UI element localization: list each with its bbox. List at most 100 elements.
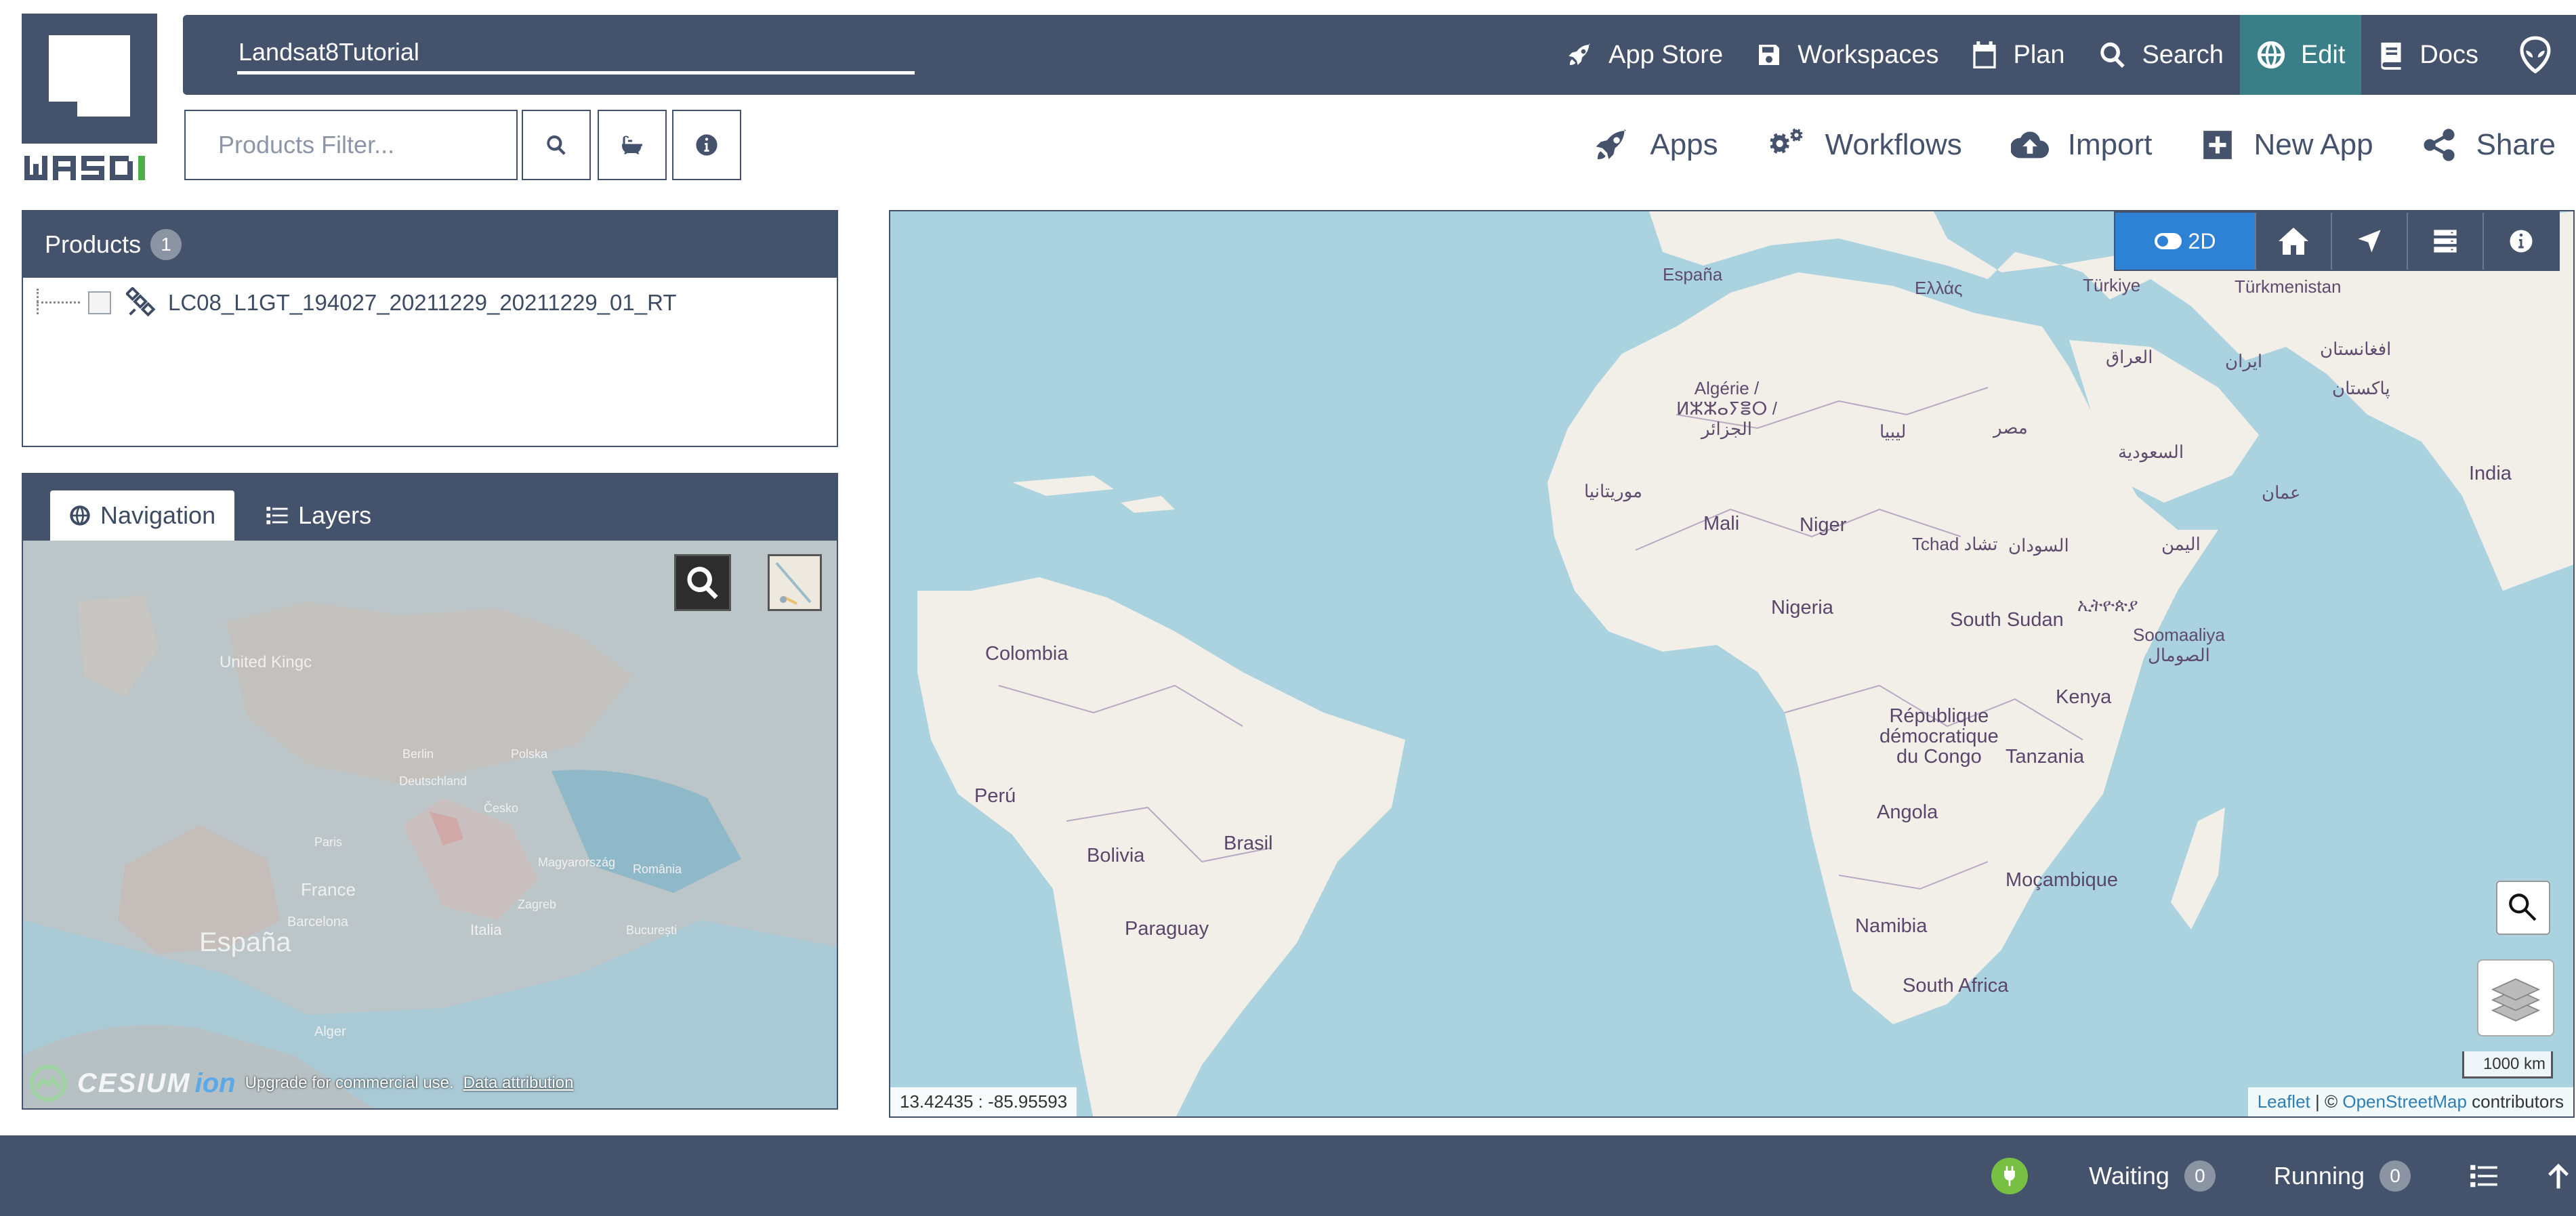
- product-checkbox[interactable]: [88, 291, 111, 314]
- map-label-south-africa: South Africa: [1903, 975, 2009, 997]
- globe-label-alger: Alger: [314, 1024, 346, 1039]
- globe-icon: [2257, 41, 2285, 69]
- map-layers-control[interactable]: [2477, 959, 2554, 1036]
- workflows-label: Workflows: [1825, 128, 1962, 161]
- rocket-icon: [1569, 43, 1591, 65]
- arrow-up-icon: [2548, 1163, 2569, 1188]
- info-icon: [696, 134, 718, 156]
- process-list-button[interactable]: [2469, 1164, 2499, 1188]
- map-navigate-button[interactable]: [2331, 213, 2407, 270]
- toggle-icon: [2154, 233, 2182, 249]
- map-2d-3d-toggle[interactable]: 2D: [2115, 213, 2255, 270]
- map-mouse-coordinates: 13.42435 : -85.95593: [890, 1087, 1077, 1116]
- nav-plan[interactable]: Plan: [1955, 15, 2081, 95]
- running-status[interactable]: Running 0: [2274, 1160, 2411, 1192]
- globe-terrain: [23, 541, 837, 1108]
- book-icon: [2381, 42, 2401, 70]
- wasdi-logo[interactable]: [22, 14, 157, 183]
- plus-square-icon: [2203, 131, 2232, 159]
- tab-navigation-label: Navigation: [100, 501, 216, 529]
- apps-label: Apps: [1650, 128, 1718, 161]
- nav-docs[interactable]: Docs: [2361, 15, 2495, 95]
- plug-icon: [2004, 1165, 2016, 1186]
- product-tree-item[interactable]: LC08_L1GT_194027_20211229_20211229_01_RT: [37, 279, 677, 327]
- user-menu[interactable]: [2495, 15, 2576, 95]
- home-icon: [2279, 228, 2308, 255]
- map-label-turkiye: Türkiye: [2083, 275, 2141, 295]
- leaflet-link[interactable]: Leaflet: [2258, 1091, 2310, 1112]
- filter-search-button[interactable]: [522, 110, 591, 180]
- nav-workspaces[interactable]: Workspaces: [1739, 15, 1955, 95]
- map-mode-label: 2D: [2188, 228, 2216, 253]
- products-header: Products 1: [23, 211, 837, 278]
- cesium-ion: ion: [194, 1068, 236, 1098]
- navigation-panel: Navigation Layers United Kingc Paris Fra…: [22, 473, 838, 1110]
- map-layers-list-button[interactable]: [2407, 213, 2482, 270]
- search-icon: [2100, 42, 2125, 68]
- tree-connector: [37, 289, 80, 314]
- footer-status-items: Waiting 0 Running 0: [1991, 1135, 2576, 1216]
- floppy-icon: [1759, 45, 1780, 65]
- globe-base-layer-picker[interactable]: [768, 554, 822, 611]
- nav-search[interactable]: Search: [2081, 15, 2240, 95]
- share-button[interactable]: Share: [2422, 127, 2556, 163]
- map-info-button[interactable]: [2482, 213, 2558, 270]
- expand-footer-button[interactable]: [2546, 1162, 2571, 1190]
- connection-status-icon[interactable]: [1991, 1157, 2029, 1194]
- map-label-algerie: Algérie / ⵍⵣⵣⴰⵢⴻⵔ / الجزائر: [1676, 378, 1777, 439]
- nav-plan-label: Plan: [2013, 40, 2065, 69]
- calendar-icon: [1973, 41, 1997, 68]
- map-attribution: Leaflet | © OpenStreetMap contributors: [2247, 1087, 2573, 1116]
- globe-label-berlin: Berlin: [402, 747, 434, 761]
- map-label-iraq: العراق: [2106, 347, 2153, 367]
- workflows-button[interactable]: Workflows: [1767, 128, 1962, 162]
- globe-label-cesko: Česko: [484, 801, 519, 815]
- workspace-name[interactable]: Landsat8Tutorial: [237, 35, 915, 75]
- import-button[interactable]: Import: [2010, 128, 2153, 162]
- globe-geocoder-button[interactable]: [674, 554, 731, 611]
- products-title: Products: [45, 230, 142, 258]
- tab-layers-label: Layers: [298, 501, 372, 529]
- map-label-namibia: Namibia: [1855, 915, 1928, 937]
- map-label-colombia: Colombia: [985, 643, 1068, 665]
- map-home-button[interactable]: [2255, 213, 2331, 270]
- osm-link[interactable]: OpenStreetMap: [2342, 1091, 2467, 1112]
- tab-layers[interactable]: Layers: [247, 490, 390, 541]
- globe-icon: [70, 505, 90, 526]
- cesium-data-attribution-link[interactable]: Data attribution: [463, 1074, 574, 1093]
- clean-filter-button[interactable]: [598, 110, 667, 180]
- globe-label-deutschland: Deutschland: [399, 774, 468, 788]
- leaflet-map[interactable]: España Ελλάς Türkiye Türkmenistan Algéri…: [889, 210, 2575, 1118]
- map-label-niger: Niger: [1800, 514, 1847, 536]
- apps-button[interactable]: Apps: [1593, 126, 1718, 164]
- products-filter-input[interactable]: [184, 110, 518, 180]
- map-thumbnail-icon: [770, 556, 820, 609]
- globe-label-barcelona: Barcelona: [287, 915, 349, 929]
- cesium-upgrade-link[interactable]: Upgrade for commercial use.: [245, 1074, 454, 1093]
- new-app-button[interactable]: New App: [2201, 128, 2373, 162]
- globe-label-paris: Paris: [314, 835, 343, 849]
- map-search-button[interactable]: [2496, 881, 2550, 935]
- nav-app-store[interactable]: App Store: [1550, 15, 1739, 95]
- top-nav-menu: App Store Workspaces Plan Search Edit Do…: [1550, 15, 2576, 95]
- map-label-ethiopia: ኢትዮጵያ: [2077, 595, 2138, 615]
- running-label: Running: [2273, 1161, 2365, 1190]
- share-label: Share: [2476, 128, 2556, 161]
- map-label-nigeria: Nigeria: [1771, 597, 1833, 619]
- import-label: Import: [2067, 128, 2153, 161]
- globe-label-italia: Italia: [470, 921, 502, 938]
- map-label-oman: عمان: [2262, 482, 2301, 503]
- map-label-angola: Angola: [1877, 801, 1938, 823]
- product-info-button[interactable]: [672, 110, 741, 180]
- globe-label-magyarorszag: Magyarország: [538, 856, 616, 869]
- waiting-status[interactable]: Waiting 0: [2089, 1160, 2216, 1192]
- waiting-count-badge: 0: [2184, 1160, 2216, 1192]
- cesium-globe-view[interactable]: United Kingc Paris France Berlin Deutsch…: [23, 541, 837, 1108]
- map-toolbar: 2D: [2114, 211, 2560, 271]
- map-label-india: India: [2469, 463, 2512, 484]
- list-icon: [2470, 1165, 2497, 1187]
- navigation-tabs: Navigation Layers: [23, 474, 837, 541]
- tab-navigation[interactable]: Navigation: [50, 490, 235, 541]
- nav-edit[interactable]: Edit: [2239, 15, 2362, 95]
- map-label-mocambique: Moçambique: [2006, 869, 2119, 891]
